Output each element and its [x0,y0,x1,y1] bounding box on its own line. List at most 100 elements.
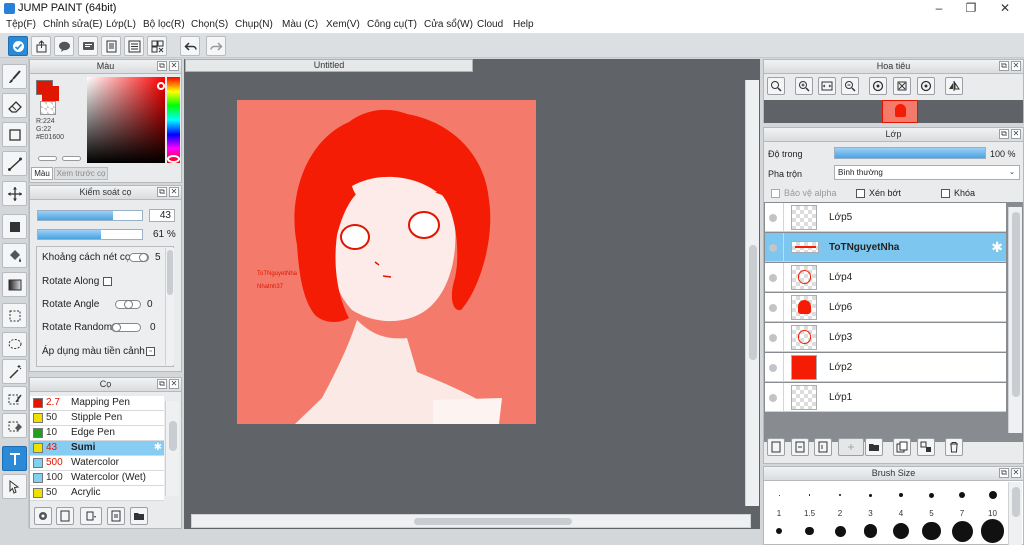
menu-filter[interactable]: Bộ lọc(R) [143,19,185,30]
layer-type-dropdown[interactable] [838,438,864,456]
layer-row[interactable]: ToTNguyetNha ✱ [765,233,1006,262]
brush-opacity-slider[interactable] [37,229,143,240]
panel-undock-button[interactable]: ⧉ [999,61,1009,71]
blend-mode-select[interactable]: Bình thường ⌄ [834,165,1020,180]
eraser-tool[interactable] [2,93,27,118]
brush-tool[interactable] [2,64,27,89]
brush-size-dot[interactable] [869,493,872,497]
brush-size-dot-large[interactable] [805,526,814,536]
menu-capture[interactable]: Chụp(N) [235,19,273,30]
menu-cloud[interactable]: Cloud [477,19,503,30]
hue-slider-handle[interactable] [167,155,180,163]
scroll-thumb[interactable] [1012,212,1020,397]
rotate-along-checkbox[interactable] [103,277,112,286]
undo-button[interactable] [180,36,200,56]
brush-list-item[interactable]: 50 Acrylic [30,486,164,501]
brush-size-dot-large[interactable] [863,524,878,538]
layer-row[interactable]: Lớp3 [765,323,1006,352]
spacing-toggle[interactable] [129,253,149,262]
brush-settings-button[interactable] [34,507,52,525]
move-tool[interactable] [2,181,27,206]
color-mode-toggle-b[interactable] [62,156,81,161]
zoom-actual-button[interactable] [767,77,785,95]
layer-row[interactable]: Lớp6 [765,293,1006,322]
tab-brush-preview[interactable]: Xem trước cọ [54,167,108,180]
lock-checkbox[interactable] [941,189,950,198]
brush-copy-dropdown[interactable] [80,507,102,525]
brush-list-item[interactable]: 500 Watercolor [30,456,164,471]
flip-horizontal-button[interactable] [945,77,963,95]
menu-select[interactable]: Chọn(S) [191,19,228,30]
gradient-tool[interactable] [2,272,27,297]
panel-undock-button[interactable]: ⧉ [157,187,167,197]
canvas-artwork[interactable]: ToTNguyetNha Nhatnh37 [237,100,536,424]
brush-size-value[interactable]: 43 [149,209,175,222]
menu-help[interactable]: Help [513,19,534,30]
panel-close-button[interactable]: ✕ [1011,129,1021,139]
brush-size-slider[interactable] [37,210,143,221]
page-button[interactable] [101,36,121,56]
zoom-in-button[interactable] [795,77,813,95]
list-button[interactable] [124,36,144,56]
bucket-tool[interactable] [2,243,27,268]
panel-undock-button[interactable]: ⧉ [999,129,1009,139]
brush-folder-button[interactable] [130,507,148,525]
visibility-eye-icon[interactable] [769,364,777,372]
magic-wand-tool[interactable] [2,359,27,384]
rotate-reset-button[interactable] [893,77,911,95]
menu-edit[interactable]: Chỉnh sửa(E) [43,19,103,30]
menu-layer[interactable]: Lớp(L) [106,19,136,30]
background-color-swatch[interactable] [40,101,56,115]
settings-list-button[interactable] [147,36,167,56]
brush-list-scrollbar[interactable] [165,401,179,496]
maximize-button[interactable]: ❐ [956,1,986,16]
panel-close-button[interactable]: ✕ [169,187,179,197]
new-halftone-layer-button[interactable] [814,438,832,456]
navigator-thumbnail[interactable] [882,100,918,123]
scroll-thumb[interactable] [167,250,173,295]
layer-list-scrollbar[interactable] [1008,207,1022,433]
brush-list-item[interactable]: 43 Sumi ✱ [30,441,164,456]
panel-close-button[interactable]: ✕ [169,379,179,389]
sv-picker-cursor[interactable] [157,82,165,90]
rotate-angle-slider[interactable] [115,300,141,309]
brush-size-dot[interactable] [778,494,780,496]
new-brush-button[interactable] [56,507,74,525]
chat-button[interactable] [78,36,98,56]
visibility-eye-icon[interactable] [769,274,777,282]
merge-layer-button[interactable] [917,438,935,456]
menu-view[interactable]: Xem(V) [326,19,360,30]
redo-button[interactable] [206,36,226,56]
delete-layer-button[interactable] [945,438,963,456]
apply-color-checkbox[interactable]: ▫ [146,347,155,356]
visibility-eye-icon[interactable] [769,244,777,252]
visibility-eye-icon[interactable] [769,304,777,312]
text-tool[interactable] [2,446,27,471]
canvas-v-scroll-thumb[interactable] [749,245,757,360]
minimize-button[interactable]: – [924,1,954,16]
brush-size-dot-large[interactable] [922,521,941,541]
brush-size-dot[interactable] [929,492,934,498]
fill-rect-tool[interactable] [2,214,27,239]
brush-size-dot[interactable] [988,491,997,499]
layer-row[interactable]: Lớp1 [765,383,1006,412]
layer-row[interactable]: Lớp4 [765,263,1006,292]
brush-size-dot-large[interactable] [834,525,846,537]
brush-size-dot-large[interactable] [776,528,782,534]
visibility-eye-icon[interactable] [769,334,777,342]
panel-close-button[interactable]: ✕ [1011,61,1021,71]
operation-tool[interactable] [2,474,27,499]
close-button[interactable]: ✕ [990,1,1020,16]
tab-color[interactable]: Màu [31,167,53,180]
brush-size-dot[interactable] [839,494,841,496]
rotate-left-button[interactable] [869,77,887,95]
brush-import-button[interactable] [107,507,125,525]
brush-size-dot-large[interactable] [980,519,1005,543]
brush-size-dot-large[interactable] [951,520,973,542]
protect-alpha-checkbox[interactable] [771,189,780,198]
select-pen-tool[interactable] [2,386,27,411]
new-folder-button[interactable] [865,438,883,456]
brush-options-scrollbar[interactable] [165,248,174,365]
menu-file[interactable]: Tệp(F) [6,19,36,30]
brush-size-dot-large[interactable] [893,523,909,539]
